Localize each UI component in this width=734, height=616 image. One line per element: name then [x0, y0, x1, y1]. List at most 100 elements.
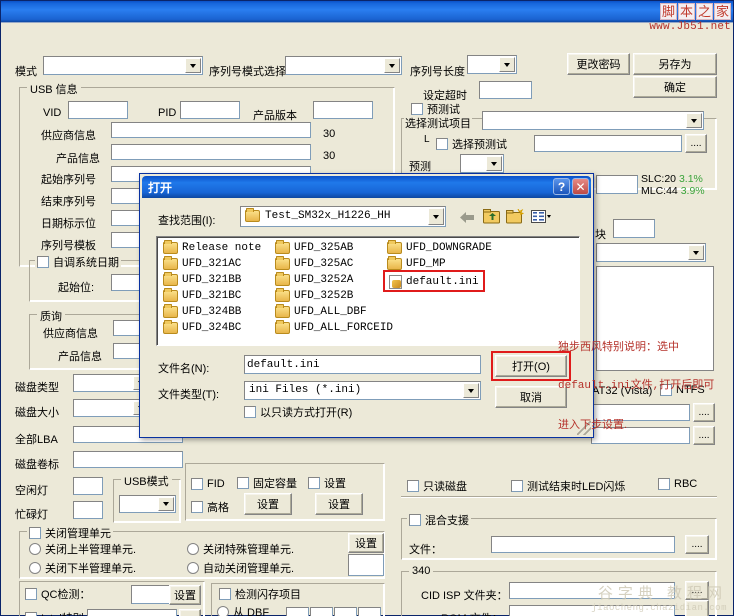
- close-upper-half-radio[interactable]: 关闭上半管理单元.: [29, 541, 136, 557]
- list-item[interactable]: UFD_324BB: [163, 306, 241, 318]
- mix-file-input[interactable]: [491, 536, 675, 553]
- chevron-down-icon[interactable]: [158, 497, 174, 511]
- list-item[interactable]: UFD_MP: [387, 258, 446, 270]
- settings-set-button[interactable]: 设置: [315, 493, 363, 515]
- dialog-title-buttons[interactable]: ? ✕: [553, 178, 589, 195]
- new-folder-icon[interactable]: [504, 206, 526, 226]
- checkbox-icon[interactable]: [308, 477, 320, 489]
- block-input[interactable]: [613, 219, 655, 238]
- checkbox-icon[interactable]: [411, 103, 423, 115]
- list-item[interactable]: UFD_321AC: [163, 258, 241, 270]
- disk-label-input[interactable]: [73, 451, 183, 468]
- from-dbf-radio[interactable]: 从 DBF: [217, 604, 269, 616]
- filetype-combo[interactable]: ini Files (*.ini): [244, 381, 481, 400]
- close-special-radio[interactable]: 关闭特殊管理单元.: [187, 541, 294, 557]
- list-item[interactable]: UFD_325AC: [275, 258, 353, 270]
- open-file-dialog[interactable]: 打开 ? ✕ 查找范围(I): Test_SM32x_H1226_HH: [139, 173, 594, 438]
- pid-input[interactable]: [180, 101, 240, 119]
- product-version-input[interactable]: [313, 101, 373, 119]
- fixed-capacity-set-button[interactable]: 设置: [244, 493, 292, 515]
- list-item[interactable]: UFD_321BB: [163, 274, 241, 286]
- filename-input[interactable]: default.ini: [244, 355, 481, 374]
- chevron-down-icon[interactable]: [185, 58, 201, 73]
- cancel-button[interactable]: 取消: [495, 386, 567, 408]
- readonly-disk-checkbox[interactable]: 只读磁盘: [407, 478, 467, 494]
- mgmt-value-input[interactable]: [348, 554, 384, 576]
- predict-combo[interactable]: [460, 154, 504, 173]
- chevron-down-icon[interactable]: [428, 208, 444, 225]
- auto-sysdate-checkbox[interactable]: 自调系统日期: [35, 254, 121, 270]
- chevron-down-icon[interactable]: [486, 156, 502, 171]
- product-info-input[interactable]: [111, 144, 311, 160]
- intel-browse-button[interactable]: ...: [179, 609, 201, 616]
- look-in-combo[interactable]: Test_SM32x_H1226_HH: [240, 206, 446, 227]
- flash-code-input-3[interactable]: [334, 607, 357, 616]
- fixed-capacity-checkbox[interactable]: 固定容量: [237, 475, 297, 491]
- checkbox-icon[interactable]: [25, 612, 37, 616]
- checkbox-icon[interactable]: [191, 501, 203, 513]
- close-mgmt-unit-checkbox[interactable]: 关闭管理单元: [27, 525, 113, 541]
- list-item[interactable]: UFD_ALL_FORCEID: [275, 322, 393, 334]
- select-test-item-combo[interactable]: [482, 111, 704, 130]
- radio-icon[interactable]: [187, 562, 199, 574]
- help-icon[interactable]: ?: [553, 178, 570, 195]
- busy-led-input[interactable]: [73, 501, 103, 519]
- radio-icon[interactable]: [29, 543, 41, 555]
- mode-combo[interactable]: [43, 56, 203, 75]
- file-list[interactable]: Release note UFD_321AC UFD_321BB UFD_321…: [156, 236, 580, 346]
- mgmt-set-button[interactable]: 设置: [348, 533, 384, 553]
- list-item[interactable]: UFD_3252B: [275, 290, 353, 302]
- up-folder-icon[interactable]: [480, 206, 502, 226]
- serial-length-combo[interactable]: [467, 55, 517, 74]
- checkbox-icon[interactable]: [237, 477, 249, 489]
- list-item[interactable]: UFD_3252A: [275, 274, 353, 286]
- checkbox-icon[interactable]: [244, 406, 256, 418]
- chevron-down-icon[interactable]: [463, 383, 479, 398]
- save-as-button[interactable]: 另存为: [633, 53, 717, 75]
- intel-special-checkbox[interactable]: Intel特别: [25, 610, 84, 616]
- list-item[interactable]: UFD_DOWNGRADE: [387, 242, 492, 254]
- back-arrow-icon[interactable]: [456, 207, 478, 227]
- flash-code-input-4[interactable]: [358, 607, 381, 616]
- checkbox-icon[interactable]: [409, 514, 421, 526]
- list-item[interactable]: Release note: [163, 242, 261, 254]
- checkbox-icon[interactable]: [658, 478, 670, 490]
- checkbox-icon[interactable]: [37, 256, 49, 268]
- right-combo-a[interactable]: [596, 243, 706, 262]
- radio-icon[interactable]: [29, 562, 41, 574]
- fid-checkbox[interactable]: FID: [191, 478, 225, 490]
- flash-detect-checkbox[interactable]: 检测闪存项目: [217, 586, 303, 602]
- chevron-down-icon[interactable]: [499, 57, 515, 72]
- list-item[interactable]: UFD_321BC: [163, 290, 241, 302]
- checkbox-icon[interactable]: [219, 588, 231, 600]
- readonly-open-checkbox[interactable]: 以只读方式打开(R): [244, 404, 352, 420]
- change-password-button[interactable]: 更改密码: [567, 53, 630, 75]
- radio-icon[interactable]: [187, 543, 199, 555]
- checkbox-icon[interactable]: [29, 527, 41, 539]
- close-lower-half-radio[interactable]: 关闭下半管理单元.: [29, 560, 136, 576]
- chevron-down-icon[interactable]: [686, 113, 702, 128]
- usb-mode-combo[interactable]: [119, 495, 176, 513]
- confirm-button[interactable]: 确定: [633, 76, 717, 98]
- checkbox-icon[interactable]: [436, 138, 448, 150]
- idle-led-input[interactable]: [73, 477, 103, 495]
- rbc-checkbox[interactable]: RBC: [658, 478, 697, 490]
- checkbox-icon[interactable]: [511, 480, 523, 492]
- flash-code-input-1[interactable]: [286, 607, 309, 616]
- mix-support-checkbox[interactable]: 混合支援: [407, 512, 471, 528]
- intel-special-input[interactable]: [87, 609, 177, 616]
- bad-blocks-input[interactable]: [596, 175, 638, 194]
- list-item[interactable]: UFD_ALL_DBF: [275, 306, 367, 318]
- qc-set-button[interactable]: 设置: [169, 585, 201, 605]
- led-blink-checkbox[interactable]: 测试结束时LED闪烁: [511, 478, 625, 494]
- select-pretest-browse-button[interactable]: ....: [685, 134, 707, 153]
- settings-checkbox[interactable]: 设置: [308, 475, 346, 491]
- chevron-down-icon[interactable]: [688, 245, 704, 260]
- serial-mode-combo[interactable]: [285, 56, 402, 75]
- vid-input[interactable]: [68, 101, 128, 119]
- mix-file-browse-button[interactable]: ....: [685, 535, 709, 554]
- checkbox-icon[interactable]: [407, 480, 419, 492]
- close-icon[interactable]: ✕: [572, 178, 589, 195]
- high-grid-checkbox[interactable]: 高格: [191, 499, 229, 515]
- list-item[interactable]: UFD_325AB: [275, 242, 353, 254]
